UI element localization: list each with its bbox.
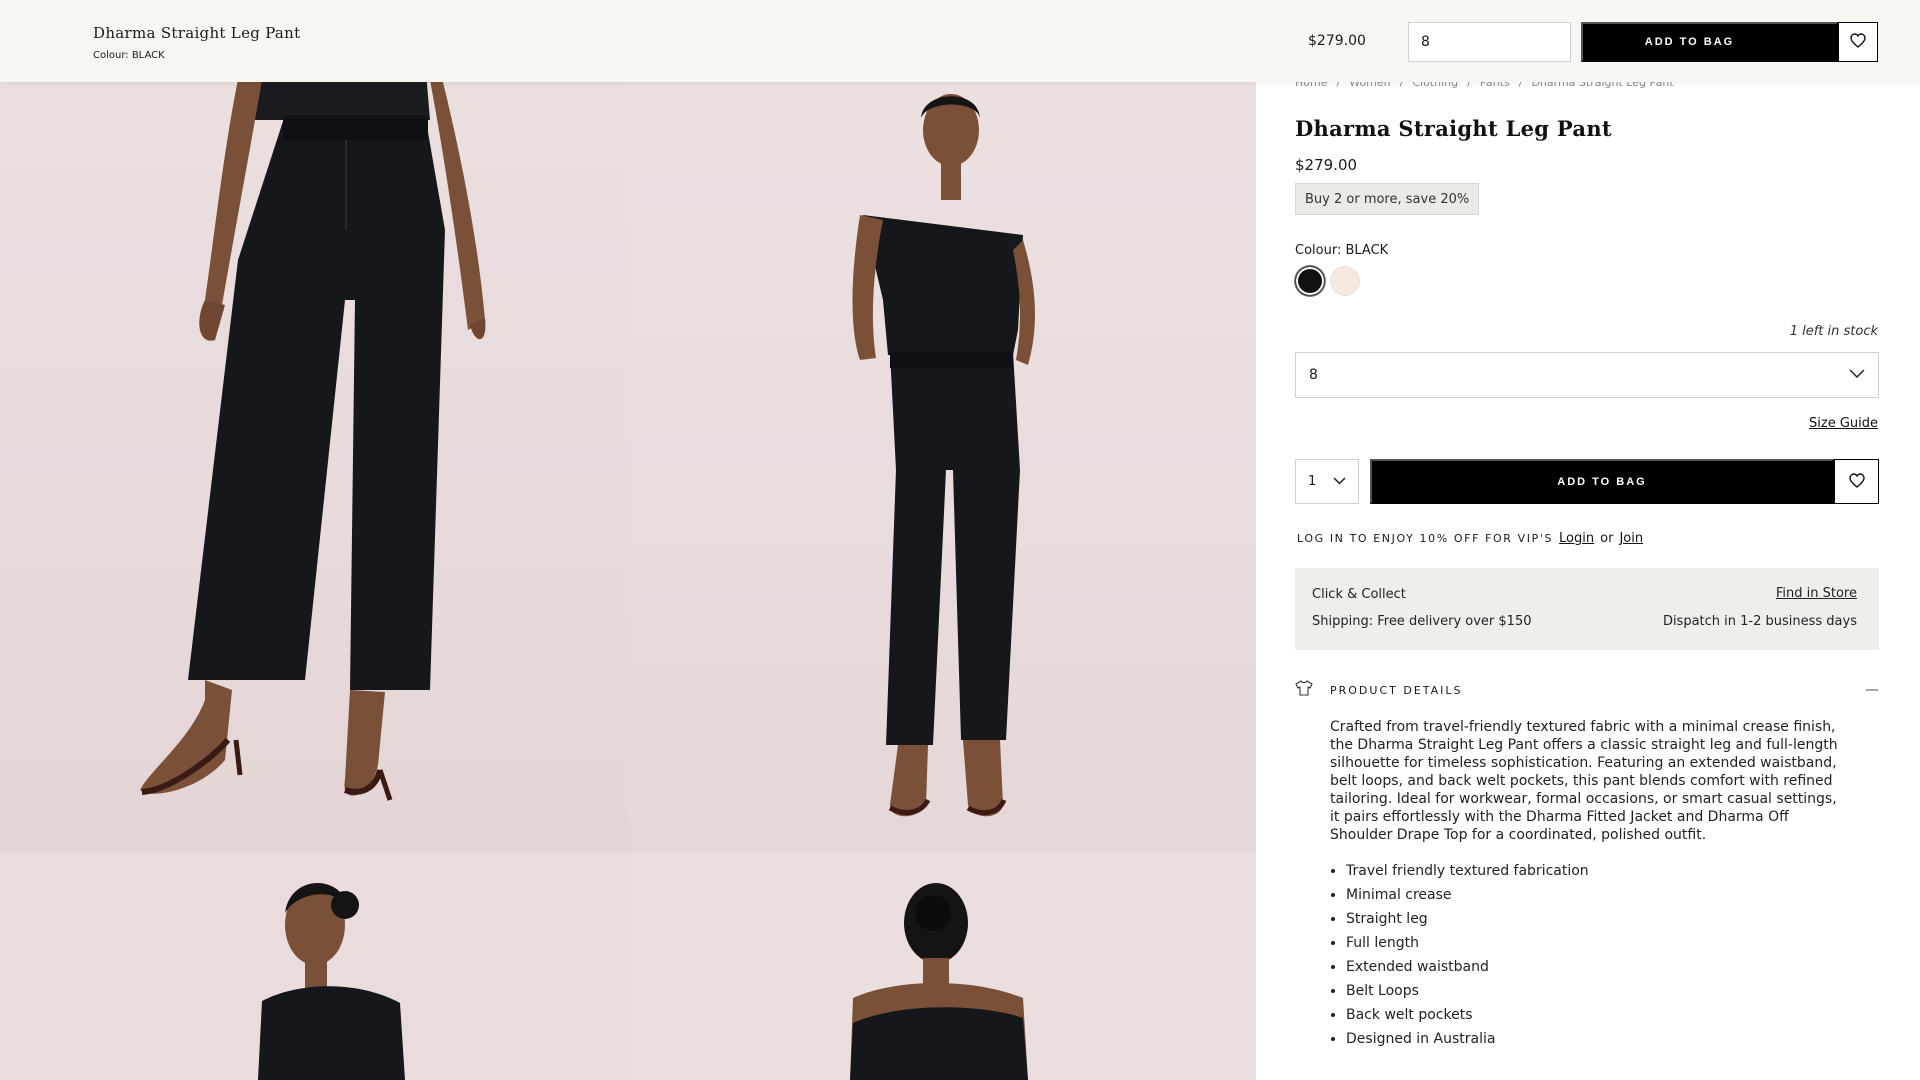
colour-label: Colour: BLACK — [1295, 243, 1389, 258]
sticky-price: $279.00 — [1308, 33, 1366, 49]
product-panel: Home / Women / Clothing / Pants / Dharma… — [1256, 0, 1920, 1080]
sticky-product-name: Dharma Straight Leg Pant — [93, 24, 301, 42]
product-details-toggle[interactable]: PRODUCT DETAILS — — [1295, 680, 1879, 700]
list-item: Minimal crease — [1346, 886, 1589, 910]
product-price: $279.00 — [1295, 156, 1358, 174]
dispatch-info: Dispatch in 1-2 business days — [1662, 614, 1857, 629]
list-item: Straight leg — [1346, 910, 1589, 934]
photo-legs-illustration — [140, 60, 486, 801]
delivery-box: Click & Collect Find in Store Shipping: … — [1295, 568, 1879, 650]
list-item: Extended waistband — [1346, 958, 1589, 982]
feature-list: Travel friendly textured fabrication Min… — [1346, 862, 1589, 1054]
list-item: Travel friendly textured fabrication — [1346, 862, 1589, 886]
product-photo-full-body[interactable] — [628, 0, 1256, 853]
photo-back-illustration — [850, 883, 1028, 1080]
shipping-info: Shipping: Free delivery over $150 — [1312, 614, 1532, 629]
sticky-size-select[interactable]: 8 — [1408, 22, 1571, 62]
click-collect-label: Click & Collect — [1312, 587, 1406, 602]
product-details-heading: PRODUCT DETAILS — [1330, 683, 1463, 697]
product-title: Dharma Straight Leg Pant — [1295, 116, 1612, 141]
vip-or: or — [1600, 531, 1614, 546]
promo-badge: Buy 2 or more, save 20% — [1295, 183, 1480, 215]
photo-full-body-illustration — [852, 94, 1035, 817]
product-gallery — [0, 0, 1256, 1080]
stock-note: 1 left in stock — [1789, 324, 1878, 339]
sticky-colour: Colour: BLACK — [93, 50, 165, 61]
add-to-bag-button[interactable]: ADD TO BAG — [1370, 459, 1834, 504]
product-photo-back[interactable] — [628, 853, 1256, 1080]
tshirt-icon — [1295, 680, 1313, 700]
size-select[interactable]: 8 — [1295, 352, 1879, 398]
sticky-add-to-bag-button[interactable]: ADD TO BAG — [1581, 22, 1838, 62]
size-select-value: 8 — [1309, 367, 1318, 383]
quantity-value: 1 — [1308, 474, 1317, 489]
sticky-add-to-bag-bar: Dharma Straight Leg Pant Colour: BLACK $… — [0, 0, 1920, 82]
swatch-black[interactable] — [1295, 266, 1325, 296]
photo-side-illustration — [258, 883, 405, 1080]
vip-banner: LOG IN TO ENJOY 10% OFF FOR VIP'S Login … — [1297, 531, 1643, 546]
wishlist-button[interactable] — [1834, 459, 1879, 504]
join-link[interactable]: Join — [1619, 531, 1643, 546]
sticky-wishlist-button[interactable] — [1838, 22, 1878, 62]
collapse-icon[interactable]: — — [1865, 682, 1879, 698]
product-description: Crafted from travel-friendly textured fa… — [1330, 719, 1838, 843]
heart-icon — [1850, 33, 1866, 51]
product-photo-legs[interactable] — [0, 0, 628, 853]
chevron-down-icon — [1849, 367, 1865, 383]
list-item: Designed in Australia — [1346, 1030, 1589, 1054]
list-item: Full length — [1346, 934, 1589, 958]
quantity-select[interactable]: 1 — [1295, 459, 1359, 504]
swatch-cream[interactable] — [1330, 266, 1360, 296]
heart-icon — [1848, 472, 1865, 491]
login-link[interactable]: Login — [1559, 531, 1594, 546]
find-in-store-link[interactable]: Find in Store — [1776, 586, 1857, 601]
list-item: Back welt pockets — [1346, 1006, 1589, 1030]
product-photo-side[interactable] — [0, 853, 628, 1080]
list-item: Belt Loops — [1346, 982, 1589, 1006]
size-guide-link[interactable]: Size Guide — [1809, 416, 1878, 431]
vip-text: LOG IN TO ENJOY 10% OFF FOR VIP'S — [1297, 532, 1554, 545]
chevron-down-icon — [1333, 474, 1346, 489]
